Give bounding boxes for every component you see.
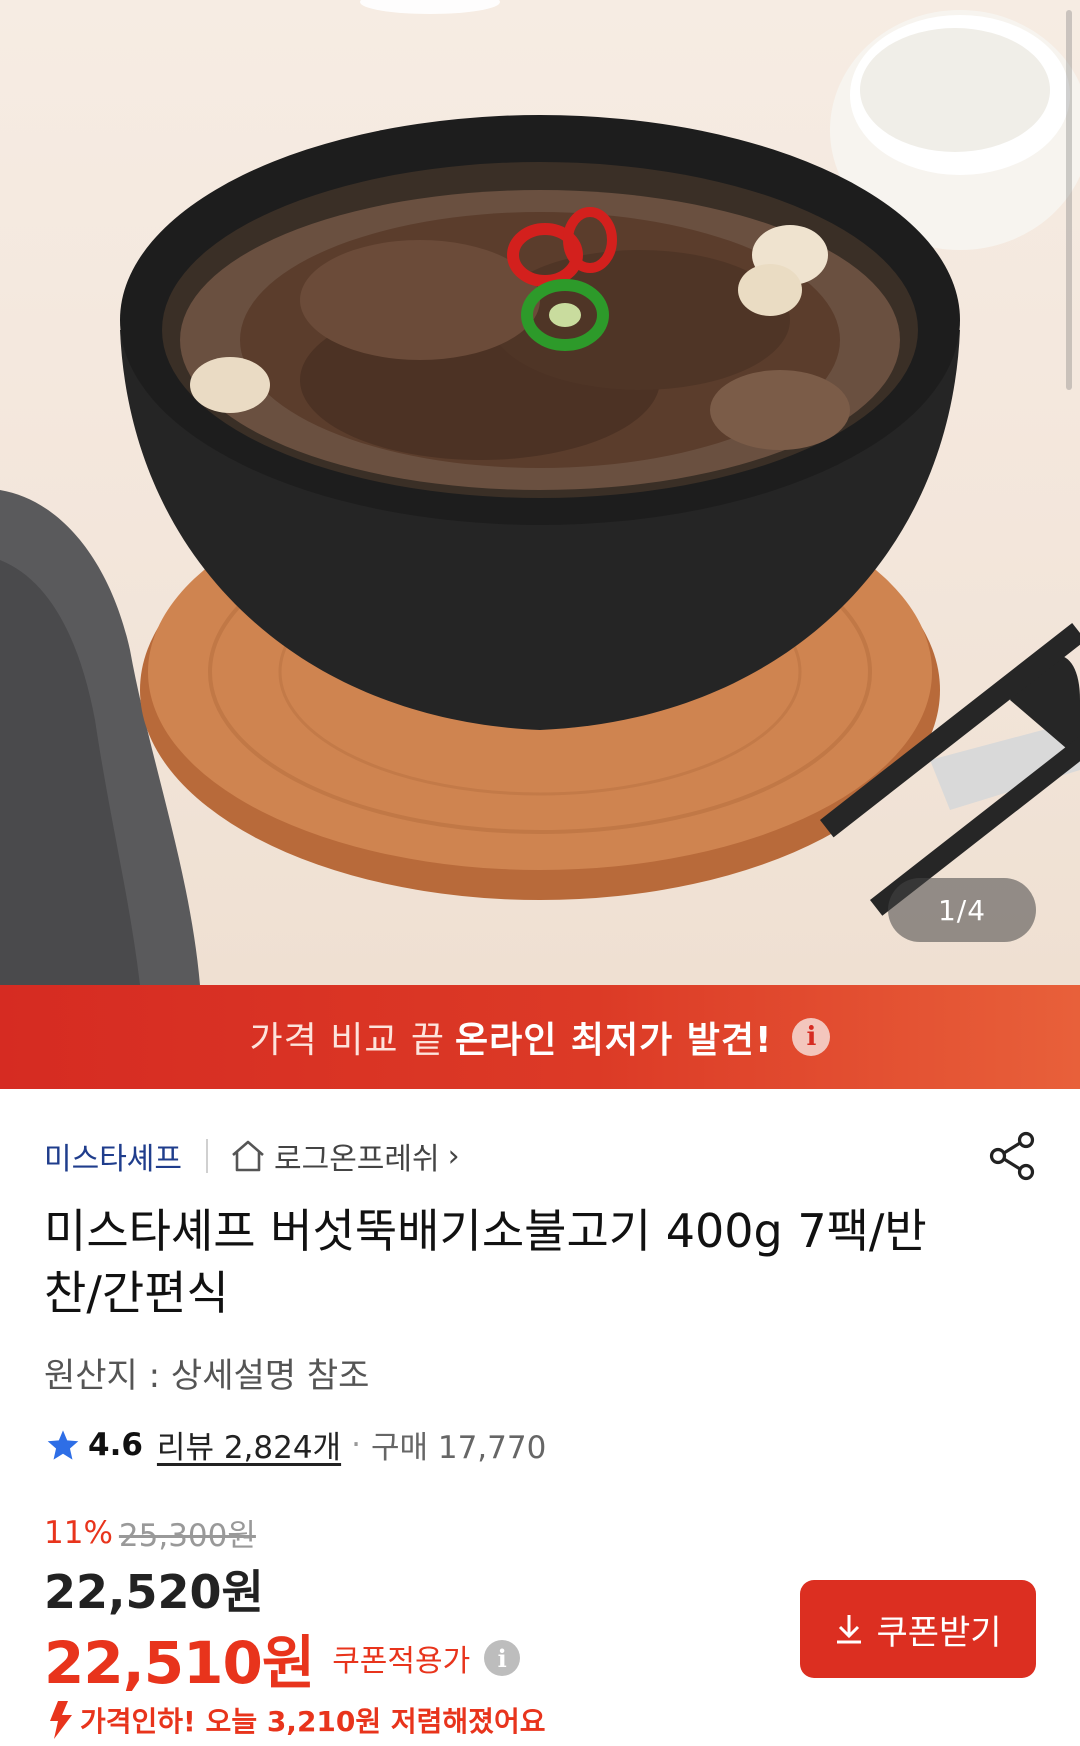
coupon-price-row: 22,510원 쿠폰적용가 i [44, 1616, 521, 1700]
purchase-count: 구매 17,770 [370, 1430, 547, 1466]
product-image-carousel[interactable]: 1/4 [0, 0, 1080, 985]
info-icon[interactable]: i [792, 1018, 831, 1056]
divider [206, 1139, 208, 1173]
lowest-price-banner[interactable]: 가격 비교 끝 온라인 최저가 발견! i [0, 985, 1080, 1089]
product-photo [0, 0, 1080, 985]
get-coupon-button[interactable]: 쿠폰받기 [800, 1580, 1036, 1678]
product-title: 미스타셰프 버섯뚝배기소불고기 400g 7팩/반찬/간편식 [44, 1204, 927, 1320]
star-icon [47, 1429, 79, 1460]
review-count-link[interactable]: 리뷰 2,824개 [157, 1422, 341, 1467]
discount-percent: 11% [44, 1514, 113, 1551]
image-scrollbar[interactable] [1066, 10, 1072, 390]
seller-row: 미스타셰프 로그온프레쉬 › [44, 1132, 460, 1180]
rating-row: 4.6 리뷰 2,824개 · 구매 17,770 [46, 1422, 546, 1467]
separator-dot: · [351, 1426, 361, 1463]
download-icon [837, 1615, 862, 1644]
banner-highlight: 온라인 최저가 발견! [455, 1020, 773, 1061]
original-price: 25,300원 [118, 1518, 256, 1554]
share-icon[interactable] [986, 1130, 1038, 1182]
info-icon[interactable]: i [484, 1640, 521, 1676]
coupon-button-label: 쿠폰받기 [876, 1612, 1002, 1653]
store-name: 로그온프레쉬 [274, 1142, 440, 1177]
coupon-price: 22,510원 [44, 1629, 315, 1697]
banner-text: 가격 비교 끝 [249, 1020, 446, 1061]
rating-score: 4.6 [88, 1426, 143, 1463]
sale-price: 22,520원 [44, 1565, 264, 1619]
price-cut-text: 가격인하! 오늘 3,210원 저렴해졌어요 [80, 1705, 546, 1738]
coupon-price-label: 쿠폰적용가 [332, 1644, 471, 1679]
chevron-right-icon: › [447, 1138, 460, 1174]
price-down-icon [50, 1701, 72, 1739]
product-origin: 원산지 : 상세설명 참조 [44, 1356, 370, 1396]
image-page-counter: 1/4 [888, 878, 1036, 942]
brand-link[interactable]: 미스타셰프 [44, 1134, 182, 1178]
home-icon [232, 1140, 264, 1172]
price-cut-notice: 가격인하! 오늘 3,210원 저렴해졌어요 [44, 1700, 545, 1740]
store-link[interactable]: 로그온프레쉬 › [230, 1134, 460, 1178]
discount-row: 11% 25,300원 [44, 1510, 256, 1555]
